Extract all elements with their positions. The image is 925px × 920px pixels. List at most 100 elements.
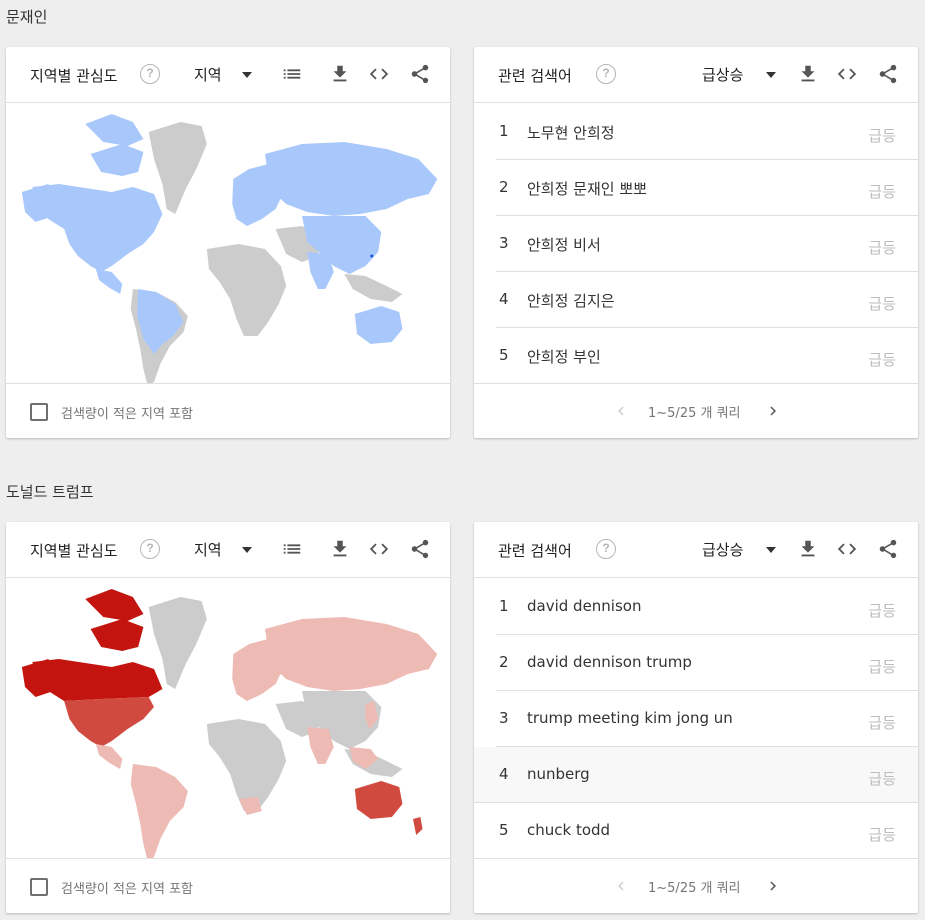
- dropdown-caret-icon[interactable]: [766, 72, 776, 78]
- query-term[interactable]: chuck todd: [527, 821, 610, 839]
- include-low-volume-checkbox[interactable]: [30, 403, 48, 421]
- card-header: 관련 검색어 ? 급상승: [474, 47, 918, 103]
- pager: 1~5/25 개 쿼리: [474, 858, 918, 913]
- map-region-greenland: [148, 122, 207, 214]
- query-term[interactable]: 안희정 비서: [527, 234, 601, 255]
- query-term[interactable]: 안희정 부인: [527, 346, 601, 367]
- map-region-usa: [64, 697, 154, 747]
- card-header: 지역별 관심도 ? 지역: [6, 47, 450, 103]
- query-row[interactable]: 3 안희정 비서 급등: [496, 216, 918, 272]
- breakout-badge: 급등: [868, 127, 896, 145]
- breakout-badge: 급등: [868, 351, 896, 369]
- query-row[interactable]: 2 안희정 문재인 뽀뽀 급등: [496, 160, 918, 216]
- download-icon[interactable]: [329, 538, 351, 560]
- download-icon[interactable]: [797, 63, 819, 85]
- chevron-right-icon[interactable]: [764, 402, 782, 420]
- card-header: 관련 검색어 ? 급상승: [474, 522, 918, 578]
- map-region-greenland: [148, 597, 207, 689]
- pager-text: 1~5/25 개 쿼리: [648, 881, 741, 896]
- query-rank: 2: [499, 653, 509, 671]
- dropdown-caret-icon[interactable]: [242, 547, 252, 553]
- card-footer: 검색량이 적은 지역 포함: [6, 383, 450, 438]
- include-low-volume-checkbox[interactable]: [30, 878, 48, 896]
- dropdown-caret-icon[interactable]: [242, 72, 252, 78]
- query-term[interactable]: 노무현 안희정: [527, 122, 615, 143]
- download-icon[interactable]: [797, 538, 819, 560]
- map-region-canada-islands: [85, 589, 144, 651]
- query-rank: 4: [499, 765, 509, 783]
- map-region-africa: [206, 719, 287, 811]
- query-rank: 1: [499, 597, 509, 615]
- query-row-hovered[interactable]: 4 nunberg 급등: [474, 747, 918, 803]
- breakout-badge: 급등: [868, 602, 896, 620]
- breakout-badge: 급등: [868, 183, 896, 201]
- download-icon[interactable]: [329, 63, 351, 85]
- breakout-badge: 급등: [868, 770, 896, 788]
- help-circle-icon[interactable]: ?: [140, 64, 160, 84]
- breakout-badge: 급등: [868, 658, 896, 676]
- include-low-volume-label: 검색량이 적은 지역 포함: [61, 882, 193, 897]
- help-circle-icon[interactable]: ?: [596, 64, 616, 84]
- related-queries-card: 관련 검색어 ? 급상승 1 노무현 안희정 급등 2 안희정 문재인 뽀뽀 급…: [474, 47, 918, 438]
- chevron-left-icon[interactable]: [612, 402, 630, 420]
- chevron-left-icon[interactable]: [612, 877, 630, 895]
- card-title: 지역별 관심도: [30, 67, 118, 85]
- embed-code-icon[interactable]: [368, 63, 390, 85]
- map-region-russia: [265, 617, 438, 691]
- share-icon[interactable]: [877, 538, 899, 560]
- query-rank: 3: [499, 709, 509, 727]
- query-rank: 5: [499, 346, 509, 364]
- share-icon[interactable]: [409, 63, 431, 85]
- chevron-right-icon[interactable]: [764, 877, 782, 895]
- query-row[interactable]: 5 chuck todd 급등: [496, 803, 918, 859]
- embed-code-icon[interactable]: [368, 538, 390, 560]
- query-rank: 1: [499, 122, 509, 140]
- query-row[interactable]: 1 david dennison 급등: [496, 579, 918, 635]
- map-region-canada: [32, 659, 163, 701]
- breakout-badge: 급등: [868, 295, 896, 313]
- query-row[interactable]: 1 노무현 안희정 급등: [496, 104, 918, 160]
- query-row[interactable]: 4 안희정 김지은 급등: [496, 272, 918, 328]
- embed-code-icon[interactable]: [836, 538, 858, 560]
- query-term[interactable]: 안희정 김지은: [527, 290, 615, 311]
- related-queries-card: 관련 검색어 ? 급상승 1 david dennison 급등 2 david…: [474, 522, 918, 913]
- query-term[interactable]: trump meeting kim jong un: [527, 709, 733, 727]
- list-view-icon[interactable]: [281, 538, 303, 560]
- map-region-central-america: [95, 269, 123, 294]
- query-term[interactable]: 안희정 문재인 뽀뽀: [527, 178, 647, 199]
- list-view-icon[interactable]: [281, 63, 303, 85]
- query-row[interactable]: 5 안희정 부인 급등: [496, 328, 918, 384]
- breakout-badge: 급등: [868, 239, 896, 257]
- map-region-canada-islands: [85, 114, 144, 176]
- query-term[interactable]: david dennison: [527, 597, 641, 615]
- help-circle-icon[interactable]: ?: [596, 539, 616, 559]
- region-select[interactable]: 지역: [194, 64, 222, 85]
- query-term[interactable]: david dennison trump: [527, 653, 692, 671]
- help-circle-icon[interactable]: ?: [140, 539, 160, 559]
- include-low-volume-label: 검색량이 적은 지역 포함: [61, 407, 193, 422]
- query-row[interactable]: 2 david dennison trump 급등: [496, 635, 918, 691]
- section-title: 도널드 트럼프: [6, 483, 94, 501]
- query-row[interactable]: 3 trump meeting kim jong un 급등: [496, 691, 918, 747]
- map-region-russia: [265, 142, 438, 216]
- map-region-australia: [354, 306, 403, 344]
- query-rank: 3: [499, 234, 509, 252]
- rising-select[interactable]: 급상승: [702, 539, 743, 560]
- interest-by-region-card: 지역별 관심도 ? 지역 검색량이 적은 지역 포함: [6, 47, 450, 438]
- embed-code-icon[interactable]: [836, 63, 858, 85]
- query-rank: 2: [499, 178, 509, 196]
- share-icon[interactable]: [409, 538, 431, 560]
- map-region-south-america: [130, 764, 188, 861]
- breakout-badge: 급등: [868, 714, 896, 732]
- dropdown-caret-icon[interactable]: [766, 547, 776, 553]
- region-select[interactable]: 지역: [194, 539, 222, 560]
- rising-select[interactable]: 급상승: [702, 64, 743, 85]
- map-region-korea: [370, 254, 374, 258]
- breakout-badge: 급등: [868, 826, 896, 844]
- share-icon[interactable]: [877, 63, 899, 85]
- map-region-australia: [354, 781, 403, 819]
- pager-text: 1~5/25 개 쿼리: [648, 406, 741, 421]
- query-rank: 4: [499, 290, 509, 308]
- card-header: 지역별 관심도 ? 지역: [6, 522, 450, 578]
- query-term[interactable]: nunberg: [527, 765, 590, 783]
